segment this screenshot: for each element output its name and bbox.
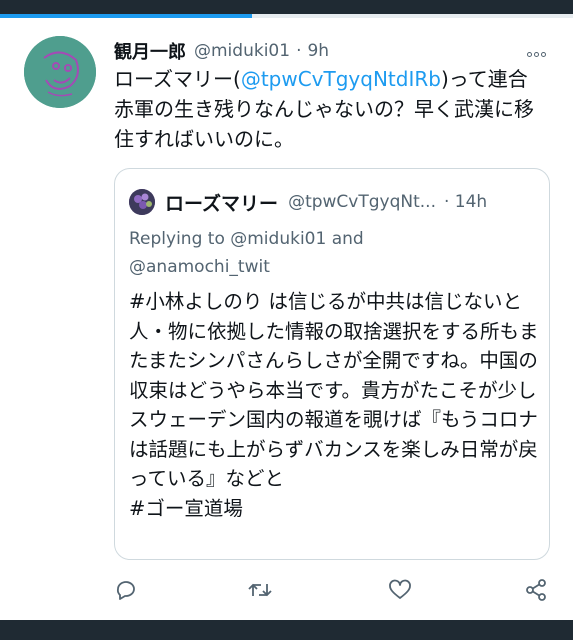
retweet-icon[interactable] [242,572,278,608]
tweet-text: ローズマリー(@tpwCvTgyqNtdIRb)って連合赤軍の生き残りなんじゃな… [114,64,544,154]
quoted-header: ローズマリー @tpwCvTgyqNt... · 14h [165,187,537,217]
quoted-tweet[interactable]: ローズマリー @tpwCvTgyqNt... · 14h Replying to… [114,168,550,560]
tweet-actions [114,572,550,608]
more-options-icon[interactable] [527,42,553,60]
quoted-avatar[interactable] [129,189,155,215]
quoted-avatar-image [129,189,155,215]
display-name[interactable]: 観月一郎 [114,38,186,64]
quoted-display-name: ローズマリー [165,192,279,215]
replying-user-2: @anamochi_twit [129,257,270,277]
avatar[interactable] [24,36,96,108]
user-handle[interactable]: @miduki01 [194,41,290,61]
quoted-timestamp: · 14h [443,192,488,212]
tweet-text-prefix: ローズマリー( [114,67,241,91]
share-icon[interactable] [518,572,554,608]
mention-link[interactable]: @tpwCvTgyqNtdIRb [241,67,441,91]
timestamp[interactable]: 9h [307,41,329,61]
separator-dot: · [296,41,302,61]
replying-and: and [326,229,364,249]
replying-user-1: @miduki01 [230,229,327,249]
reply-icon[interactable] [108,572,144,608]
avatar-drawing [24,36,96,108]
status-bar [0,0,573,14]
quoted-text: #小林よしのり は信じるが中共は信じないと人・物に依拠した情報の取捨選択をする所… [129,290,539,520]
like-icon[interactable] [382,572,418,608]
loading-progress-bar [0,14,253,18]
navigation-bar [0,620,573,640]
replying-prefix: Replying to [129,229,231,249]
quoted-handle: @tpwCvTgyqNt... [288,192,436,212]
tweet-header: 観月一郎 @miduki01 · 9h [114,38,553,64]
replying-to: Replying to @miduki01 and @anamochi_twit [129,225,529,281]
